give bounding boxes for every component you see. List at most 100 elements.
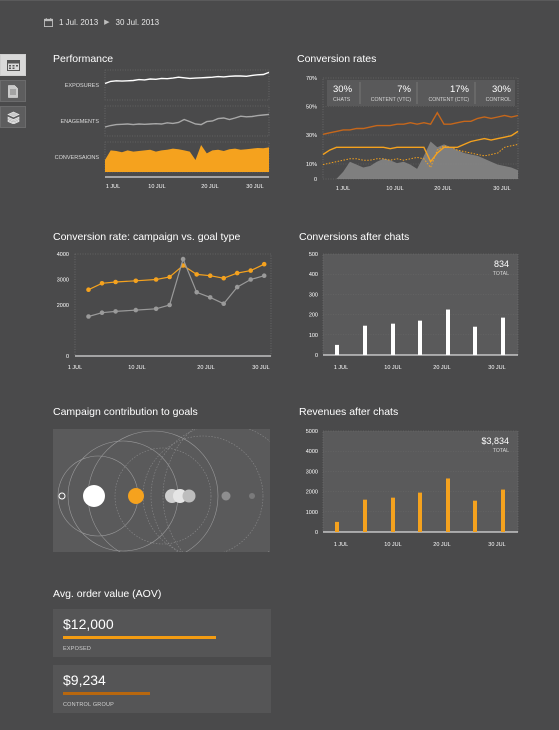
cr-stat-value: 30% — [333, 84, 353, 95]
bar-total-label: TOTAL — [493, 271, 509, 277]
cg-point — [133, 278, 139, 284]
cr-y-tick: 50% — [306, 105, 317, 111]
cg-point — [248, 277, 253, 282]
bar — [418, 320, 422, 355]
aov-control-card: $9,234 CONTROL GROUP — [53, 665, 271, 713]
cg-x-tick: 20 JUL — [197, 365, 214, 371]
aov-exposed-card: $12,000 EXPOSED — [53, 609, 271, 657]
performance-series-line — [104, 113, 270, 128]
bar-x-tick: 20 JUL — [433, 542, 450, 548]
performance-x-tick: 20 JUL — [201, 184, 218, 190]
cg-x-tick: 10 JUL — [128, 365, 145, 371]
document-icon — [8, 84, 18, 98]
bar-x-tick: 1 JUL — [334, 542, 348, 548]
campaign-contribution-chart — [53, 429, 270, 552]
performance-title: Performance — [53, 53, 114, 65]
bar-y-tick: 200 — [309, 313, 318, 319]
bar-y-tick: 4000 — [306, 449, 318, 455]
cg-point — [207, 273, 213, 278]
cg-point — [194, 290, 199, 295]
cg-point — [86, 287, 91, 292]
bubble[interactable] — [249, 493, 255, 499]
cg-point — [180, 256, 186, 262]
bar — [335, 521, 339, 532]
date-end: 30 Jul. 2013 — [115, 17, 160, 27]
cr-stat-label: CONTENT (CTC) — [428, 97, 469, 103]
bar — [446, 478, 450, 532]
cg-x-tick: 30 JUL — [252, 365, 269, 371]
stack-icon — [6, 111, 20, 124]
bar-y-tick: 0 — [315, 353, 318, 359]
cr-series-line — [322, 111, 519, 135]
performance-row-label: ENAGEMENTS — [60, 119, 99, 125]
bar-y-tick: 400 — [309, 272, 318, 278]
bar — [501, 317, 505, 355]
bar-y-tick: 100 — [309, 333, 318, 339]
bar-total-label: TOTAL — [493, 448, 509, 454]
cg-point — [221, 275, 226, 281]
nav-stack[interactable] — [0, 106, 26, 128]
cr-series-line — [322, 130, 519, 164]
cg-point — [261, 273, 267, 278]
cr-x-tick: 1 JUL — [336, 186, 350, 192]
cg-point — [248, 268, 253, 273]
aov-control-value: $9,234 — [63, 672, 106, 688]
revenues-after-chats-chart: 5000 4000 3000 2000 1000 0 $3,834 TOTAL 1 JUL 10 … — [306, 429, 519, 548]
performance-x-tick: 1 JUL — [106, 184, 120, 190]
bar-total-value: 834 — [494, 259, 509, 269]
bar — [473, 500, 477, 532]
date-range[interactable]: 1 Jul. 2013 ▶ 30 Jul. 2013 — [44, 15, 159, 29]
aov-exposed-label: EXPOSED — [63, 646, 91, 652]
bubble[interactable] — [83, 485, 105, 507]
cr-stat-value: 7% — [397, 84, 411, 95]
bubble[interactable] — [221, 491, 231, 501]
cg-point — [261, 261, 267, 267]
top-border — [0, 0, 559, 1]
arrow-right-icon: ▶ — [104, 19, 110, 26]
cg-point — [167, 302, 172, 308]
performance-x-tick: 30 JUL — [246, 184, 263, 190]
cr-y-tick: 0 — [314, 177, 317, 183]
bar — [473, 326, 477, 355]
cr-y-tick: 70% — [306, 76, 317, 82]
cg-y-tick: 0 — [66, 354, 69, 360]
aov-control-bar — [63, 692, 150, 695]
cg-point — [86, 314, 91, 319]
bar-y-tick: 0 — [315, 530, 318, 536]
performance-series-line — [104, 71, 270, 85]
bar — [501, 489, 505, 532]
bar-y-tick: 3000 — [306, 469, 318, 475]
nav-document[interactable] — [0, 80, 26, 102]
cg-point — [99, 310, 105, 315]
performance-row-frame — [104, 69, 270, 101]
cg-y-tick: 4000 — [57, 252, 69, 258]
campaign-contribution-title: Campaign contribution to goals — [53, 406, 198, 418]
bar-x-tick: 30 JUL — [488, 365, 505, 371]
bubble[interactable] — [182, 489, 196, 503]
conversion-rates-chart: 70% 50% 30% 10% 0 30% CHATS 7% CONTENT (VTC) 17% C… — [306, 76, 519, 192]
bar-x-tick: 1 JUL — [334, 365, 348, 371]
cg-point — [234, 284, 240, 290]
cr-y-tick: 30% — [306, 133, 317, 139]
performance-row-label: EXPOSURES — [65, 83, 100, 89]
cg-y-tick: 3000 — [57, 278, 69, 284]
cr-stat-label: CONTENT (VTC) — [371, 97, 412, 103]
cg-point — [234, 270, 240, 276]
bar-y-tick: 1000 — [306, 510, 318, 516]
cg-point — [221, 301, 226, 306]
performance-row-label: CONVERSAIONS — [55, 155, 100, 161]
cg-point — [113, 309, 118, 314]
bar-x-tick: 30 JUL — [488, 542, 505, 548]
nav-calendar[interactable] — [0, 54, 26, 76]
cg-point — [133, 307, 139, 313]
cr-stat-label: CHATS — [333, 97, 351, 103]
bar-x-tick: 10 JUL — [384, 365, 401, 371]
aov-exposed-bar — [63, 636, 216, 639]
bar — [363, 325, 367, 355]
bubble[interactable] — [128, 488, 144, 504]
cr-y-tick: 10% — [306, 162, 317, 168]
aov-exposed-value: $12,000 — [63, 616, 114, 632]
revenues-after-chats-title: Revenues after chats — [299, 406, 399, 418]
bar — [391, 323, 395, 355]
cg-point — [99, 281, 105, 286]
